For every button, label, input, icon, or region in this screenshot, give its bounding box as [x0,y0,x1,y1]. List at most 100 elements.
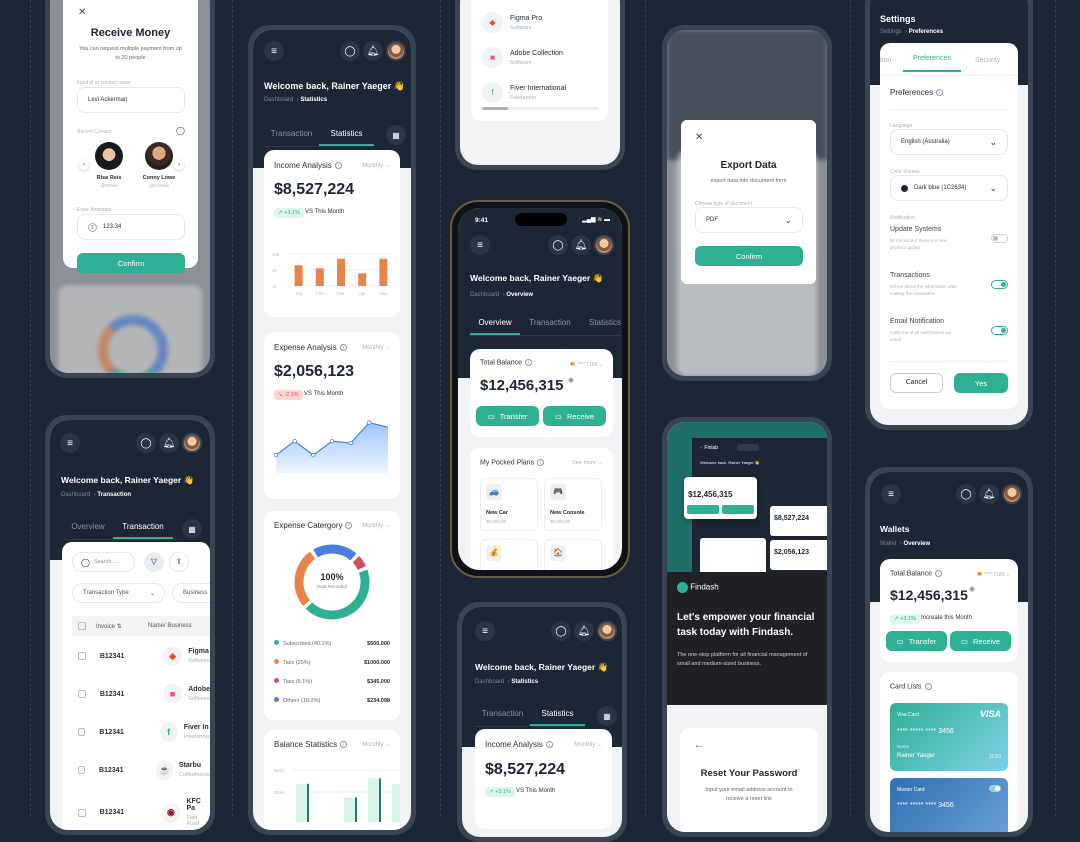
language-select[interactable]: English (Australia) ⌄ [890,129,1008,155]
breadcrumb-root[interactable]: Wallet [880,541,896,547]
menu-button[interactable]: ≡ [60,433,80,453]
breadcrumb-root[interactable]: Settings [880,29,902,35]
horizontal-scrollbar[interactable] [482,107,599,110]
column-name[interactable]: Name/ Business [148,623,192,629]
avatar[interactable] [182,433,202,453]
notification-button[interactable]: 🔔︎ [363,41,383,61]
period-dropdown[interactable]: Monthly ⌄ [362,344,390,351]
info-icon[interactable]: i [537,459,545,466]
avatar[interactable] [594,235,614,255]
transaction-type-dropdown[interactable]: Transaction Type ⌄ [72,583,165,603]
close-icon[interactable]: ✕ [695,132,703,143]
avatar[interactable] [386,41,406,61]
notification-button[interactable]: 🔔︎ [159,433,179,453]
toggle-switch[interactable] [991,326,1008,335]
search-input[interactable]: ◯ Search ..... [72,552,135,572]
info-icon[interactable]: i [334,162,342,170]
see-more-link[interactable]: See more → [572,460,603,466]
table-row[interactable]: B12341 ■ Adobe Software [62,684,210,704]
plan-card[interactable]: 🚙 New Car $5.000,00 [480,478,538,531]
list-item[interactable]: ■ Adobe Collection Software [482,47,563,68]
confirm-button[interactable]: Confirm [77,253,185,273]
list-item[interactable]: ◆ Figma Pro Software [482,12,542,33]
export-button[interactable]: ⇪ [169,552,189,572]
toggle-switch[interactable] [991,234,1008,243]
card-selector[interactable]: ●● **** 7189 ⌄ [570,359,603,368]
avatar[interactable] [1002,484,1022,504]
tab-overview[interactable]: Overview [63,516,113,539]
next-arrow-icon[interactable]: › [174,160,184,170]
toggle-switch[interactable] [991,280,1008,289]
tab-overview[interactable]: Overview [470,312,520,335]
tab-transaction[interactable]: Transaction [475,703,530,726]
cancel-button[interactable]: Cancel [890,373,943,393]
select-all-checkbox[interactable] [78,622,86,630]
eye-icon[interactable]: ◉ [568,376,574,384]
menu-button[interactable]: ≡ [264,41,284,61]
search-button[interactable]: ◯ [136,433,156,453]
card-selector[interactable]: ●● **** 7189 ⌄ [977,569,1010,578]
tab-statistics[interactable]: Statistics [530,703,585,726]
period-dropdown[interactable]: Monthly ⌄ [362,522,390,529]
confirm-button[interactable]: Confirm [695,246,803,266]
tab-transaction[interactable]: Transaction [520,312,580,335]
info-icon[interactable]: i [924,683,932,690]
close-icon[interactable]: ✕ [78,7,86,18]
search-button[interactable]: ◯ [340,41,360,61]
amount-input[interactable]: $ 123.34 [77,214,185,240]
contact-input[interactable]: Levi Ackerman [77,87,185,113]
tab-security[interactable]: Security [975,57,1000,64]
plan-card[interactable]: 🏠 [544,539,602,570]
search-icon[interactable]: ◯ [176,126,185,135]
info-icon[interactable]: i [340,741,348,749]
info-icon[interactable]: i [525,359,533,366]
row-checkbox[interactable] [78,690,86,698]
period-dropdown[interactable]: Monthly ⌄ [362,162,390,169]
notification-button[interactable]: 🔔︎ [571,235,591,255]
notification-button[interactable]: 🔔︎ [979,484,999,504]
visa-card[interactable]: Visa Card VISA **** ***** **** 3456 Name… [890,703,1008,771]
filter-button[interactable]: ▽ [144,552,164,572]
period-dropdown[interactable]: Monthly ⌄ [362,741,390,748]
plan-card[interactable]: 💰 [480,539,538,570]
back-arrow-icon[interactable]: ← [694,740,704,751]
search-button[interactable]: ◯ [551,621,571,641]
tab-preferences[interactable]: Preferences [903,55,961,72]
receive-button[interactable]: ▭ Receive [543,406,606,426]
info-icon[interactable]: i [936,89,944,97]
master-card[interactable]: Master Card **** ***** **** 3456 [890,778,1008,832]
column-invoice[interactable]: Invoice ⇅ [96,623,148,630]
business-dropdown[interactable]: Business [172,583,210,603]
transfer-button[interactable]: ▭ Transfer [886,631,947,651]
info-icon[interactable]: i [935,570,943,577]
list-item[interactable]: f Fiver International Freelancer [482,82,566,103]
row-checkbox[interactable] [78,808,86,817]
row-checkbox[interactable] [78,728,86,736]
menu-button[interactable]: ≡ [475,621,495,641]
plan-card[interactable]: 🎮 New Console $5.000,00 [544,478,602,531]
row-checkbox[interactable] [78,766,85,774]
tab-transaction[interactable]: Transaction [264,123,319,146]
info-icon[interactable]: i [545,741,553,749]
tab-statistics[interactable]: Statistics [319,123,374,146]
tab-notification[interactable]: tion [880,57,891,64]
notification-button[interactable]: 🔔︎ [574,621,594,641]
theme-select[interactable]: Dark blue (1C2634) ⌄ [890,175,1008,201]
table-row[interactable]: B12341 ◉ KFC Pa Fast Food [62,798,210,827]
breadcrumb-root[interactable]: Dashboard [264,97,293,103]
contact-avatar[interactable] [145,142,173,170]
breadcrumb-root[interactable]: Dashboard [61,492,90,498]
receive-button[interactable]: ▭ Receive [950,631,1011,651]
menu-button[interactable]: ≡ [470,235,490,255]
table-row[interactable]: B12341 f Fiver In Freelancer [62,722,210,742]
row-checkbox[interactable] [78,652,86,660]
search-button[interactable]: ◯ [956,484,976,504]
info-icon[interactable]: i [345,522,353,530]
table-row[interactable]: B12341 ☕ Starbu Coffeehouse [62,760,210,780]
avatar[interactable] [597,621,617,641]
tab-transaction[interactable]: Transaction [113,516,173,539]
breadcrumb-root[interactable]: Dashboard [475,679,504,685]
search-button[interactable]: ◯ [548,235,568,255]
menu-button[interactable]: ≡ [881,484,901,504]
yes-button[interactable]: Yes [954,373,1008,393]
